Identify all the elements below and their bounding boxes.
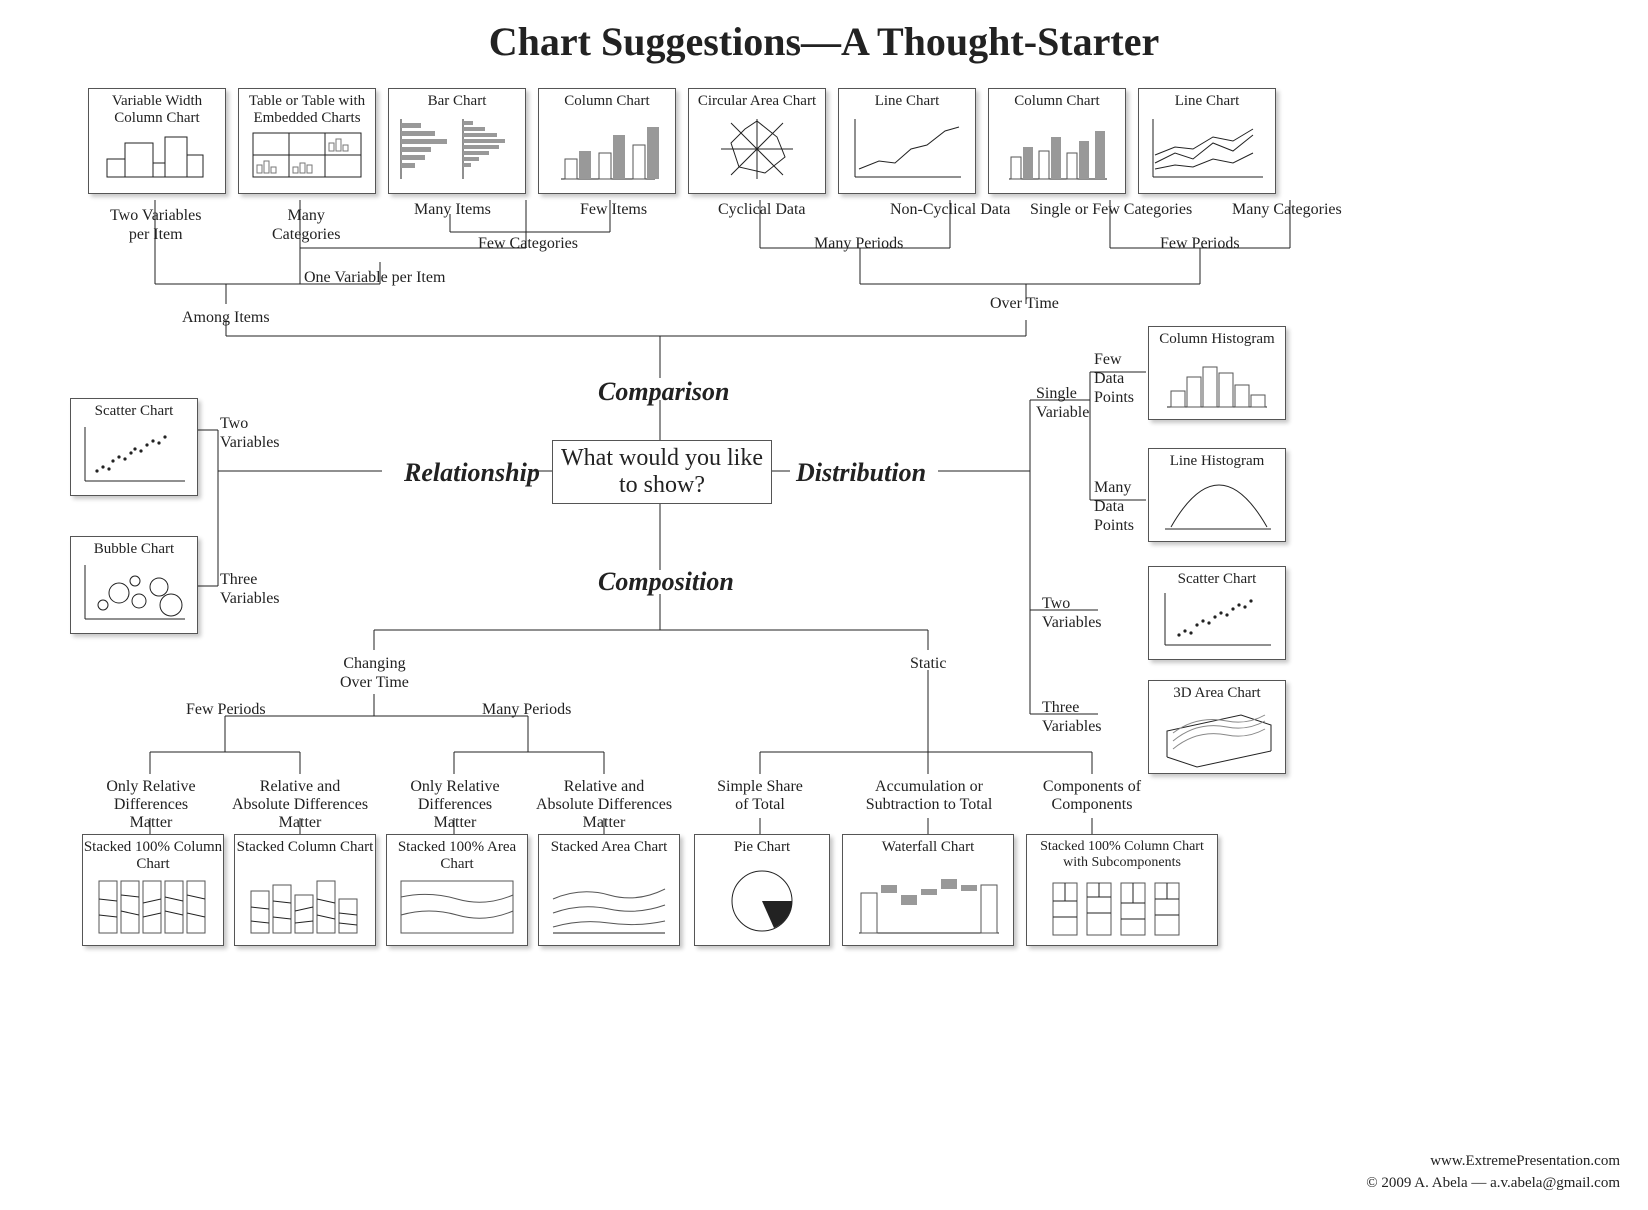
lbl-only-rel-2: Only Relative Differences Matter <box>400 778 510 832</box>
card-column-chart-2: Column Chart <box>988 88 1126 194</box>
card-caption: Waterfall Chart <box>843 839 1013 856</box>
card-caption: Scatter Chart <box>71 403 197 420</box>
lbl-few-items: Few Items <box>580 200 647 219</box>
lbl-one-var-per-item: One Variable per Item <box>304 268 445 287</box>
card-caption: Line Chart <box>1139 93 1275 110</box>
lbl-many-data-points: Many Data Points <box>1094 478 1134 536</box>
card-caption: Column Chart <box>539 93 675 110</box>
lbl-three-variables-r: Three Variables <box>1042 698 1102 736</box>
lbl-single-variable: Single Variable <box>1036 384 1089 422</box>
branch-comparison: Comparison <box>598 376 730 407</box>
card-stacked-col: Stacked Column Chart <box>234 834 376 946</box>
card-3d-area: 3D Area Chart <box>1148 680 1286 774</box>
card-caption: Bubble Chart <box>71 541 197 558</box>
card-scatter: Scatter Chart <box>70 398 198 496</box>
branch-distribution: Distribution <box>796 457 926 488</box>
lbl-many-periods-top: Many Periods <box>814 234 903 253</box>
lbl-many-periods: Many Periods <box>482 700 571 719</box>
lbl-accum: Accumulation or Subtraction to Total <box>864 778 994 814</box>
card-stacked-100-sub: Stacked 100% Column Chart with Subcompon… <box>1026 834 1218 946</box>
lbl-static: Static <box>910 654 946 673</box>
lbl-changing-over-time: Changing Over Time <box>340 654 409 692</box>
lbl-two-variables-r: Two Variables <box>1042 594 1102 632</box>
card-caption: Stacked 100% Column Chart <box>83 839 223 874</box>
card-caption: Stacked Column Chart <box>235 839 375 856</box>
lbl-many-items: Many Items <box>414 200 491 219</box>
lbl-only-rel-1: Only Relative Differences Matter <box>96 778 206 832</box>
card-caption: Stacked Area Chart <box>539 839 679 856</box>
lbl-over-time: Over Time <box>990 294 1059 313</box>
card-caption: 3D Area Chart <box>1149 685 1285 702</box>
card-caption: Line Chart <box>839 93 975 110</box>
lbl-cyclical: Cyclical Data <box>718 200 806 219</box>
card-caption: Column Chart <box>989 93 1125 110</box>
page-title: Chart Suggestions—A Thought-Starter <box>0 18 1648 65</box>
card-caption: Line Histogram <box>1149 453 1285 470</box>
credit-copyright: © 2009 A. Abela — a.v.abela@gmail.com <box>1366 1175 1620 1192</box>
lbl-few-categories: Few Categories <box>478 234 578 253</box>
card-column-chart: Column Chart <box>538 88 676 194</box>
card-var-width-column: Variable Width Column Chart <box>88 88 226 194</box>
card-caption: Bar Chart <box>389 93 525 110</box>
lbl-rel-abs-1: Relative and Absolute Differences Matter <box>230 778 370 832</box>
card-caption: Scatter Chart <box>1149 571 1285 588</box>
card-column-histogram: Column Histogram <box>1148 326 1286 420</box>
card-caption: Circular Area Chart <box>689 93 825 110</box>
lbl-single-few-cat: Single or Few Categories <box>1030 200 1192 219</box>
card-caption: Stacked 100% Area Chart <box>387 839 527 874</box>
card-caption: Table or Table with Embedded Charts <box>239 93 375 128</box>
lbl-components: Components of Components <box>1036 778 1148 814</box>
lbl-rel-abs-2: Relative and Absolute Differences Matter <box>534 778 674 832</box>
lbl-few-periods: Few Periods <box>186 700 266 719</box>
card-line-chart: Line Chart <box>838 88 976 194</box>
lbl-among-items: Among Items <box>182 308 270 327</box>
card-stacked-100-area: Stacked 100% Area Chart <box>386 834 528 946</box>
lbl-simple-share: Simple Share of Total <box>712 778 808 814</box>
branch-relationship: Relationship <box>404 457 540 488</box>
card-bubble: Bubble Chart <box>70 536 198 634</box>
card-caption: Column Histogram <box>1149 331 1285 348</box>
diagram-page: Chart Suggestions—A Thought-Starter <box>0 0 1648 1210</box>
lbl-many-categories-top: Many Categories <box>1232 200 1342 219</box>
lbl-many-categories: Many Categories <box>272 206 340 244</box>
card-caption: Pie Chart <box>695 839 829 856</box>
card-caption: Stacked 100% Column Chart with Subcompon… <box>1027 839 1217 871</box>
card-caption: Variable Width Column Chart <box>89 93 225 128</box>
card-scatter-2: Scatter Chart <box>1148 566 1286 660</box>
card-waterfall: Waterfall Chart <box>842 834 1014 946</box>
card-stacked-100-col: Stacked 100% Column Chart <box>82 834 224 946</box>
card-pie: Pie Chart <box>694 834 830 946</box>
lbl-non-cyclical: Non-Cyclical Data <box>890 200 1010 219</box>
lbl-few-periods-top: Few Periods <box>1160 234 1240 253</box>
lbl-two-variables: Two Variables <box>220 414 280 452</box>
lbl-two-vars-per-item: Two Variables per Item <box>110 206 201 244</box>
card-stacked-area: Stacked Area Chart <box>538 834 680 946</box>
credit-url: www.ExtremePresentation.com <box>1430 1153 1620 1170</box>
lbl-three-variables: Three Variables <box>220 570 280 608</box>
card-table-embedded: Table or Table with Embedded Charts <box>238 88 376 194</box>
card-line-chart-2: Line Chart <box>1138 88 1276 194</box>
branch-composition: Composition <box>598 566 734 597</box>
center-question: What would you like to show? <box>552 440 772 504</box>
card-line-histogram: Line Histogram <box>1148 448 1286 542</box>
card-bar-chart: Bar Chart <box>388 88 526 194</box>
lbl-few-data-points: Few Data Points <box>1094 350 1134 408</box>
card-circular-area: Circular Area Chart <box>688 88 826 194</box>
